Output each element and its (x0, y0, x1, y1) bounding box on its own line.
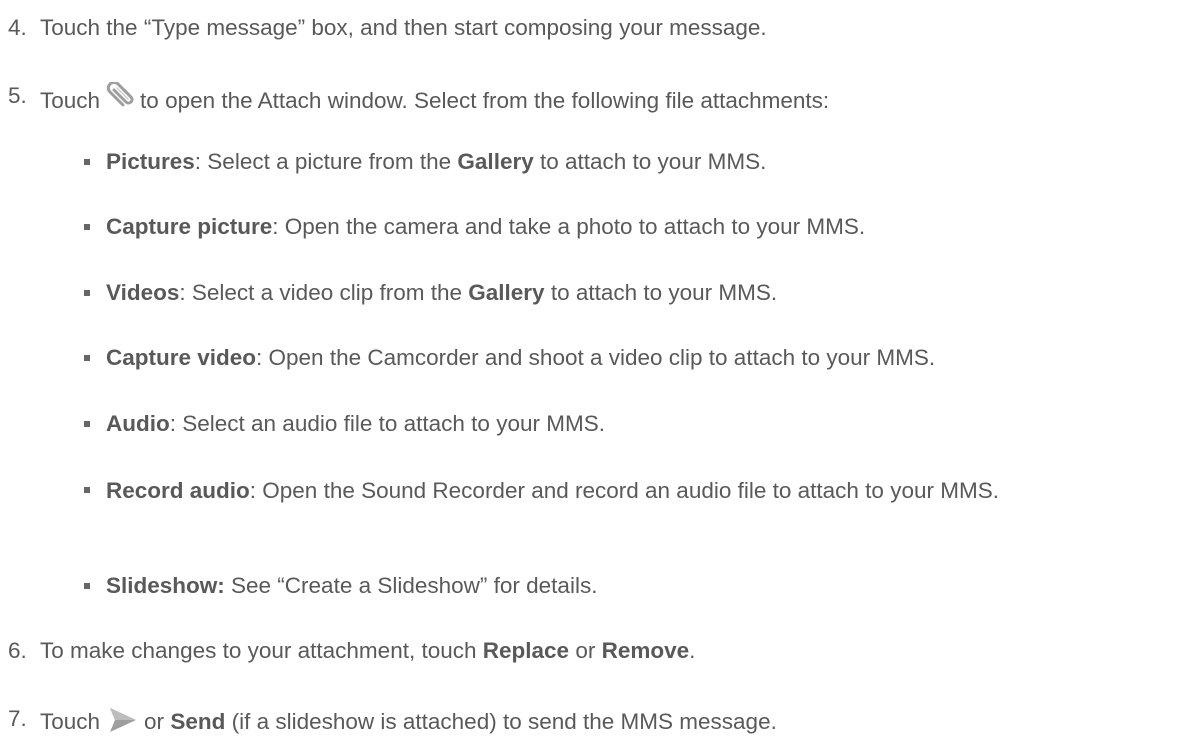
send-icon (108, 705, 138, 735)
bullet-square (84, 421, 90, 427)
term: Capture video (106, 345, 257, 370)
term: Record audio (106, 478, 250, 503)
step-number: 7. (8, 706, 27, 731)
instruction-document: 4. Touch the “Type message” box, and the… (8, 15, 999, 736)
bullet-square (84, 159, 90, 165)
step-text: Touch the “Type message” box, and then s… (40, 15, 767, 40)
term: Videos (106, 280, 180, 305)
step-number: 6. (8, 638, 27, 663)
bullet-square (84, 290, 90, 296)
bullet-square (84, 355, 90, 361)
bullet-square (84, 224, 90, 230)
term: Pictures (106, 149, 195, 174)
step-text: Touch to open the Attach window. Select f… (40, 80, 829, 115)
step-text: Touch or Send (if a slideshow is attached… (40, 705, 777, 736)
paperclip-icon (106, 80, 136, 112)
step-text: To make changes to your attachment, touc… (40, 638, 696, 663)
term: Capture picture (106, 214, 273, 239)
step-number: 4. (8, 15, 27, 40)
bullet-square (84, 487, 90, 493)
bullet-square (84, 583, 90, 589)
step-number: 5. (8, 83, 27, 108)
term: Slideshow: (106, 573, 225, 598)
term: Audio (106, 411, 170, 436)
